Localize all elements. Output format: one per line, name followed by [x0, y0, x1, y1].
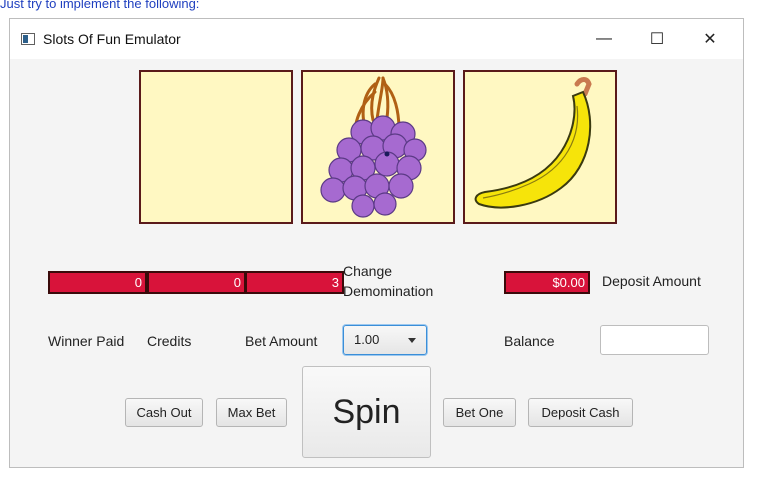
close-icon: ✕	[703, 31, 717, 48]
credits-label: Credits	[147, 333, 192, 349]
reel-2	[301, 70, 455, 224]
main-content: 0 0 3 $0.00 Winner Paid Credits Bet Amou…	[10, 59, 743, 467]
credits-display: 0	[147, 271, 246, 294]
reel-3	[463, 70, 617, 224]
balance-label: Balance	[504, 333, 555, 349]
denomination-select[interactable]: 1.00	[343, 325, 427, 355]
title-bar: Slots Of Fun Emulator — ☐ ✕	[10, 19, 743, 59]
winner-paid-label: Winner Paid	[48, 333, 125, 349]
maximize-button[interactable]: ☐	[634, 25, 680, 53]
instruction-note: Just try to implement the following:	[0, 0, 200, 11]
reel-1	[139, 70, 293, 224]
app-icon	[21, 33, 35, 45]
winner-paid-display: 0	[48, 271, 147, 294]
bet-one-button[interactable]: Bet One	[443, 398, 516, 427]
minimize-icon: —	[596, 30, 612, 47]
maximize-icon: ☐	[649, 31, 665, 48]
change-denomination-label-line2: Demomination	[343, 283, 434, 299]
chevron-down-icon	[408, 338, 416, 343]
balance-display: $0.00	[504, 271, 590, 294]
banana-icon	[474, 77, 592, 209]
bet-amount-display: 3	[245, 271, 344, 294]
minimize-button[interactable]: —	[581, 25, 627, 53]
deposit-cash-button[interactable]: Deposit Cash	[528, 398, 633, 427]
denomination-value: 1.00	[354, 332, 380, 347]
spin-button[interactable]: Spin	[302, 366, 431, 458]
app-window: Slots Of Fun Emulator — ☐ ✕ 0 0 3 $0.00 …	[9, 18, 744, 468]
change-denomination-label-line1: Change	[343, 263, 393, 279]
cash-out-button[interactable]: Cash Out	[125, 398, 203, 427]
window-title: Slots Of Fun Emulator	[43, 31, 181, 47]
max-bet-button[interactable]: Max Bet	[216, 398, 287, 427]
deposit-amount-input[interactable]	[600, 325, 709, 355]
bet-amount-label: Bet Amount	[245, 333, 318, 349]
deposit-amount-label: Deposit Amount	[602, 273, 701, 289]
close-button[interactable]: ✕	[687, 25, 733, 53]
grapes-icon	[320, 76, 427, 218]
